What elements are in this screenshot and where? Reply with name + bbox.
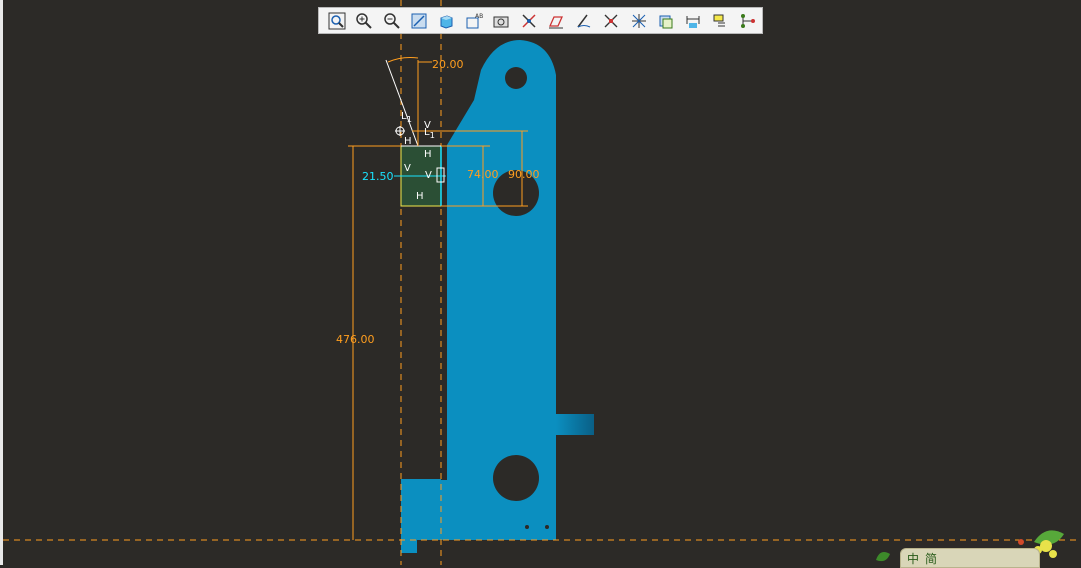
view-mode-button[interactable]: AB	[461, 8, 486, 33]
geometry-diagnostic-icon	[631, 13, 646, 28]
dim-90-label[interactable]: 90.00	[508, 168, 540, 181]
cut-part-button[interactable]	[544, 8, 569, 33]
dim-476-label[interactable]: 476.00	[336, 333, 375, 346]
constraint-h-top-left: H	[404, 136, 412, 147]
fit-all-button[interactable]	[324, 8, 349, 33]
angle-arc	[387, 57, 419, 63]
ime-tray[interactable]: 中 简	[900, 548, 1040, 568]
constraint-v-top: V	[424, 120, 431, 131]
zoom-out-icon	[383, 12, 400, 29]
ladybug-icon	[1018, 539, 1024, 545]
capture-button[interactable]	[489, 8, 514, 33]
visualize-constraints-button[interactable]	[598, 8, 623, 33]
part-tab	[556, 414, 594, 435]
shading-button[interactable]	[434, 8, 459, 33]
hide-show-icon	[522, 13, 536, 28]
normal-view-icon	[411, 13, 427, 28]
hole-bottom	[493, 455, 539, 501]
3d-elements-button[interactable]	[653, 8, 678, 33]
constraints-icon	[604, 14, 618, 27]
dim-angle-label[interactable]: 20.00	[432, 58, 464, 71]
hide-show-button[interactable]	[516, 8, 541, 33]
dim-offset-label[interactable]: 21.50	[362, 170, 394, 183]
profile-icon	[741, 13, 756, 28]
camera-icon	[493, 16, 509, 27]
profile-button[interactable]	[736, 8, 761, 33]
zoom-in-button[interactable]	[351, 8, 376, 33]
hole-top	[505, 67, 527, 89]
view-toolbar: AB	[318, 7, 763, 34]
view-mode-icon: AB	[466, 13, 483, 28]
constraint-h-bottom: H	[416, 191, 424, 202]
3d-elements-icon	[659, 15, 673, 28]
tray-mode[interactable]: 简	[925, 550, 937, 567]
pin-hole-1	[525, 525, 529, 529]
normal-view-button[interactable]	[406, 8, 431, 33]
constraint-h-top-right: H	[424, 149, 432, 160]
geometric-constraint-icon	[713, 14, 725, 26]
sketch-analysis-icon	[577, 14, 590, 27]
constraint-l1-a: L1	[401, 111, 412, 124]
sketch-canvas[interactable]	[0, 0, 1081, 565]
zoom-out-button[interactable]	[379, 8, 404, 33]
flower-icon	[1049, 550, 1057, 558]
visualize-geometry-button[interactable]	[626, 8, 651, 33]
cube-icon	[440, 14, 453, 29]
constraint-v-mid: V	[425, 170, 432, 181]
sketch-viewport[interactable]: 20.00 476.00 21.50 74.00 90.00 L1 L1 V H…	[0, 0, 1081, 568]
fit-all-icon	[328, 12, 346, 29]
dimension-icon	[686, 15, 700, 28]
dimension-constraints-button[interactable]	[681, 8, 706, 33]
cut-plane-icon	[549, 15, 564, 28]
zoom-in-icon	[356, 12, 372, 29]
leaf-icon	[876, 552, 890, 562]
geometrical-constraints-button[interactable]	[708, 8, 733, 33]
pin-hole-2	[545, 525, 549, 529]
tray-lang[interactable]: 中	[907, 550, 919, 567]
constraint-v-left: V	[404, 163, 411, 174]
part-foot	[401, 479, 441, 553]
svg-text:AB: AB	[475, 13, 483, 20]
sketch-analysis-button[interactable]	[571, 8, 596, 33]
dim-74-label[interactable]: 74.00	[467, 168, 499, 181]
angle-ext-1	[385, 59, 419, 147]
